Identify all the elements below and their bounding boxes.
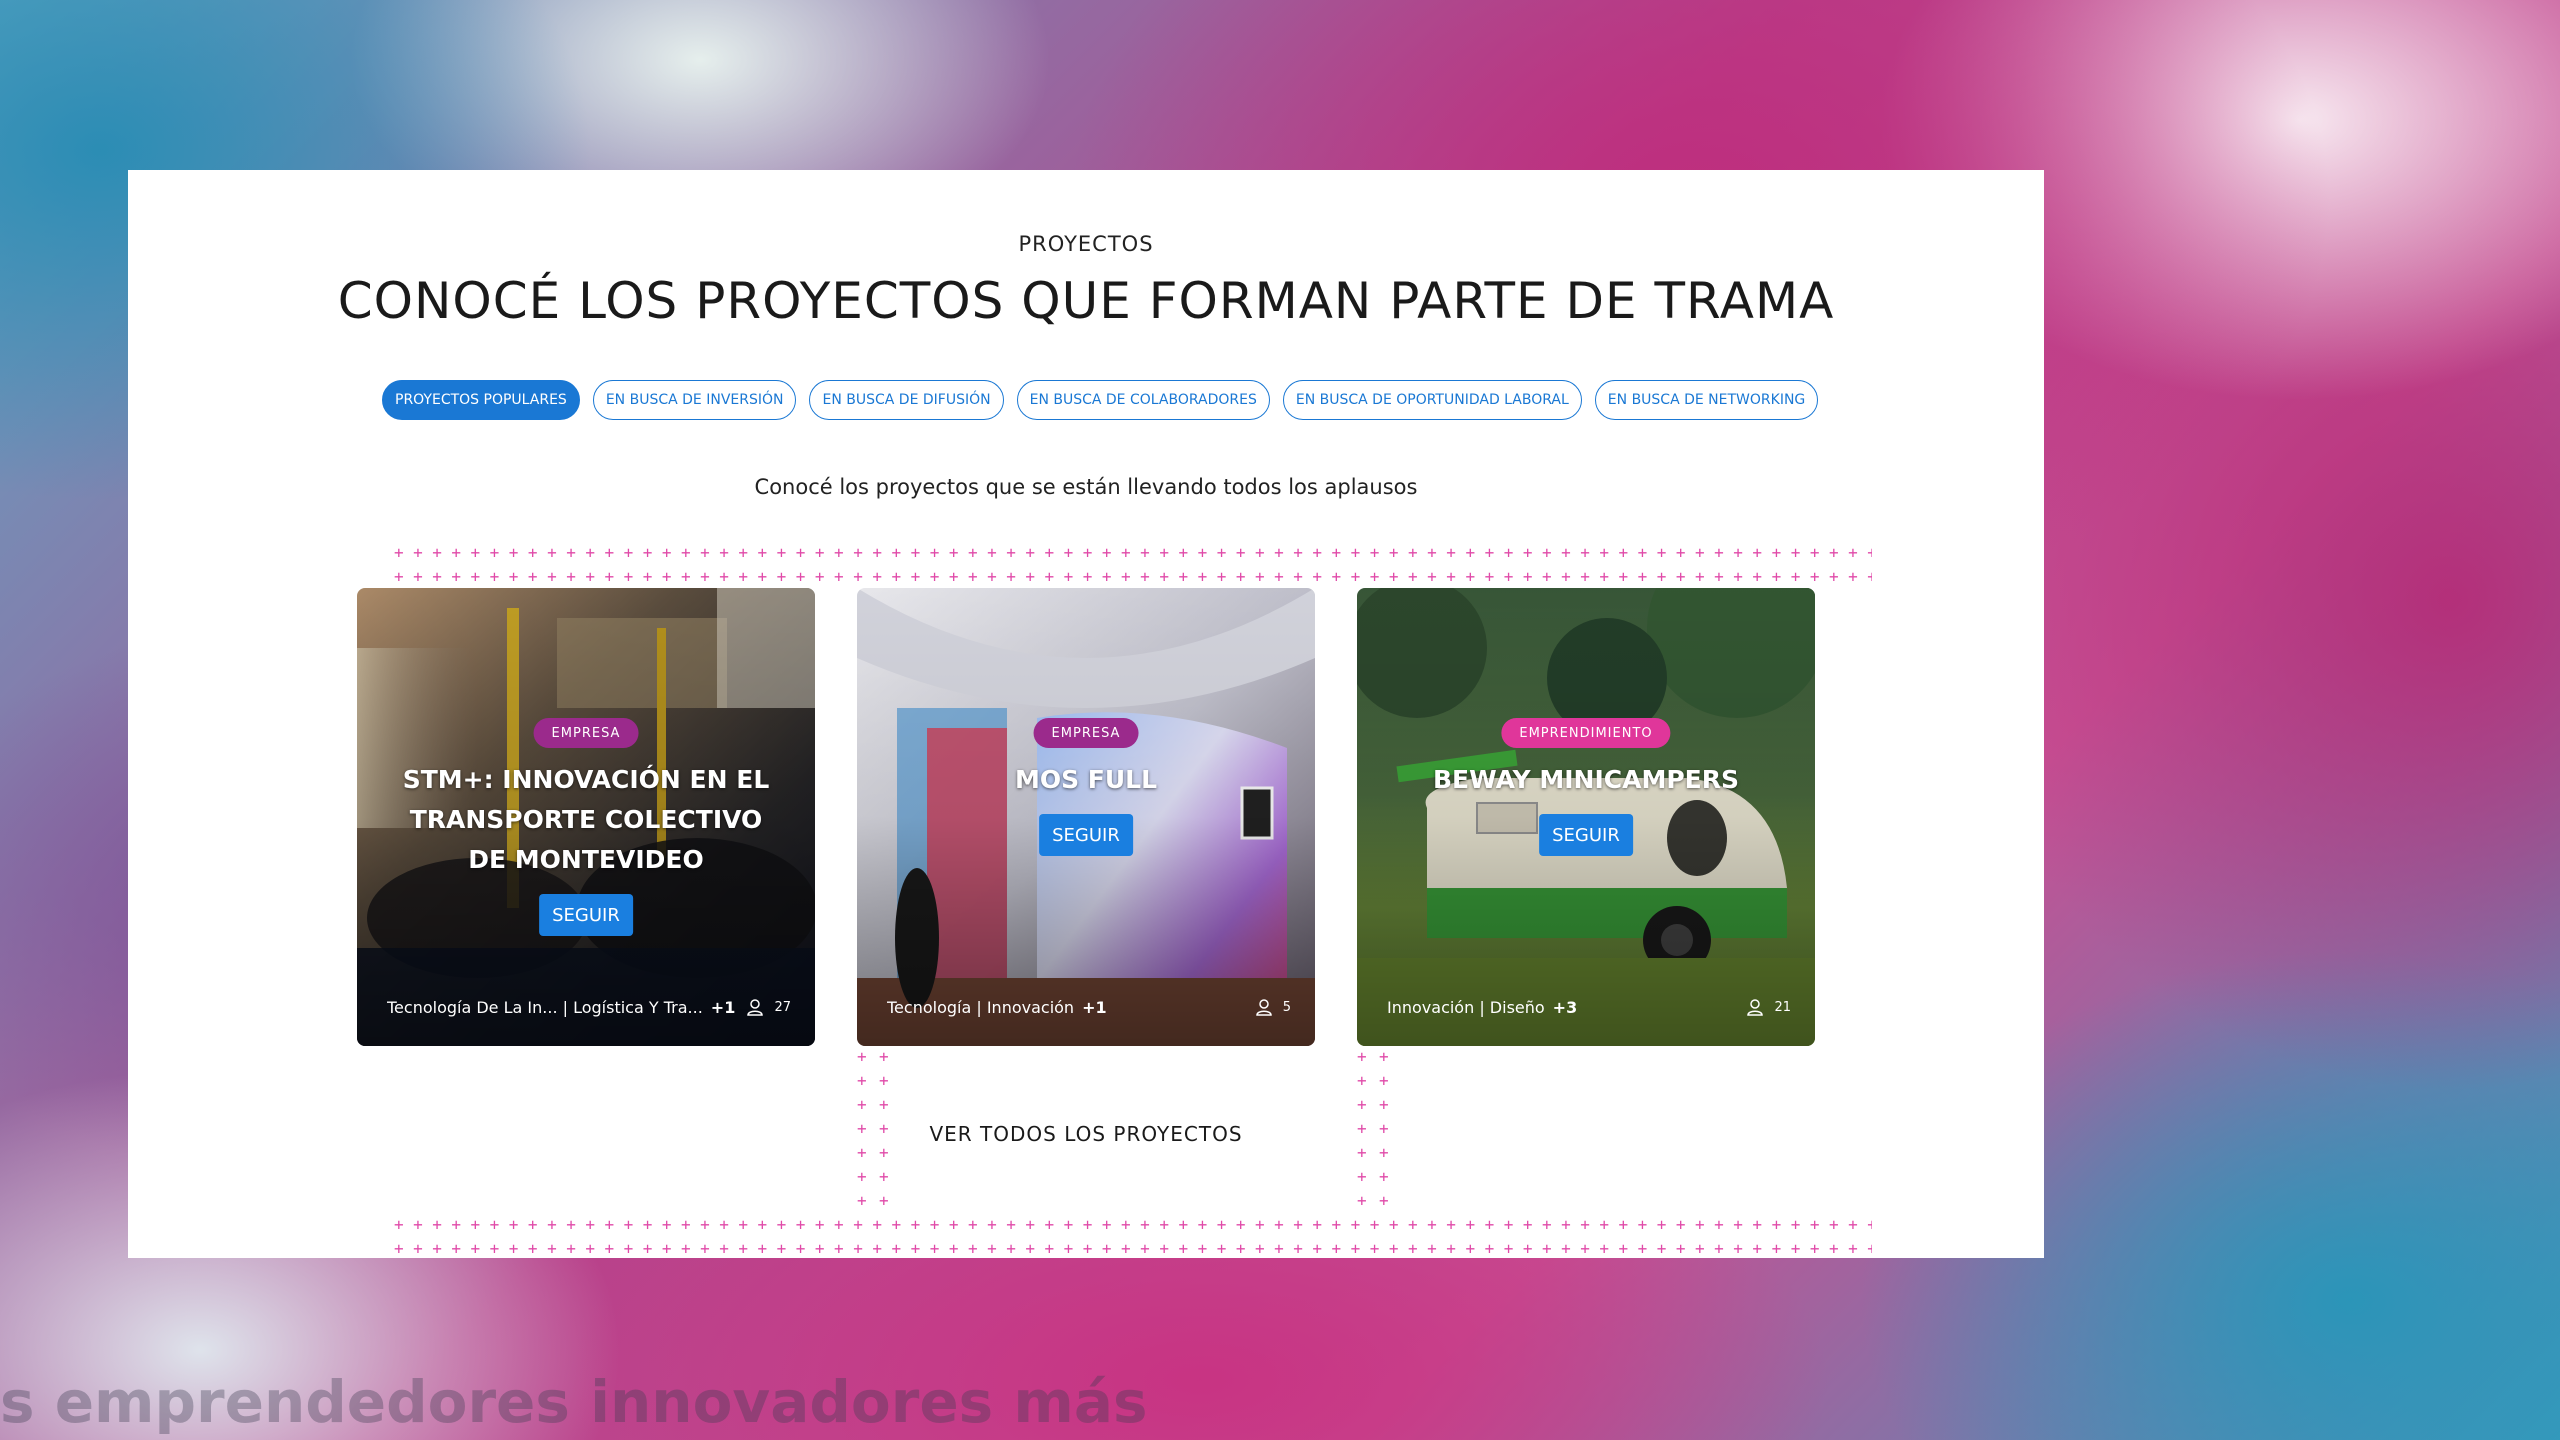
follow-button[interactable]: SEGUIR xyxy=(1539,814,1633,856)
plus-pattern-mark: + xyxy=(1379,1144,1393,1162)
tab-oportunidad-laboral[interactable]: EN BUSCA DE OPORTUNIDAD LABORAL xyxy=(1282,380,1582,420)
plus-pattern-mark: + xyxy=(857,1072,871,1090)
card-meta: Innovación | Diseño +3 21 xyxy=(1387,996,1791,1018)
plus-pattern-mark: + xyxy=(879,1072,893,1090)
tab-colaboradores[interactable]: EN BUSCA DE COLABORADORES xyxy=(1016,380,1270,420)
plus-pattern-mark: + xyxy=(1379,1096,1393,1114)
plus-pattern-mark: + xyxy=(879,1144,893,1162)
plus-pattern-mark: + xyxy=(1357,1168,1371,1186)
card-title[interactable]: MOS FULL xyxy=(887,760,1285,800)
card-tags: Tecnología | Innovación xyxy=(887,997,1075,1017)
plus-pattern-mark: + xyxy=(1357,1192,1371,1210)
card-title[interactable]: BEWAY MINICAMPERS xyxy=(1387,760,1785,800)
plus-pattern-mark: + xyxy=(1379,1072,1393,1090)
see-all-projects-link[interactable]: VER TODOS LOS PROYECTOS xyxy=(128,1122,2044,1146)
plus-pattern-mark: + xyxy=(879,1096,893,1114)
project-card[interactable]: EMPRESA MOS FULL SEGUIR Tecnología | Inn… xyxy=(857,588,1315,1046)
card-meta: Tecnología De La In... | Logística Y Tra… xyxy=(387,996,791,1018)
followers-count: 27 xyxy=(774,999,791,1015)
project-card[interactable]: EMPRENDIMIENTO BEWAY MINICAMPERS SEGUIR … xyxy=(1357,588,1815,1046)
more-tags-count[interactable]: +3 xyxy=(1553,998,1578,1017)
tab-networking[interactable]: EN BUSCA DE NETWORKING xyxy=(1594,380,1819,420)
more-tags-count[interactable]: +1 xyxy=(1082,998,1107,1017)
tab-difusion[interactable]: EN BUSCA DE DIFUSIÓN xyxy=(809,380,1004,420)
section-subtitle: Conocé los proyectos que se están llevan… xyxy=(754,475,1418,499)
user-icon xyxy=(1255,999,1272,1016)
more-tags-count[interactable]: +1 xyxy=(711,998,736,1017)
project-card[interactable]: EMPRESA STM+: INNOVACIÓN EN EL TRANSPORT… xyxy=(357,588,815,1046)
plus-pattern-mark: + xyxy=(1357,1048,1371,1066)
plus-pattern-row: ++++++++++++++++++++++++++++++++++++++++… xyxy=(394,568,1872,586)
tab-inversion[interactable]: EN BUSCA DE INVERSIÓN xyxy=(592,380,797,420)
plus-pattern-mark: + xyxy=(857,1192,871,1210)
follow-button[interactable]: SEGUIR xyxy=(1039,814,1133,856)
section-title: CONOCÉ LOS PROYECTOS QUE FORMAN PARTE DE… xyxy=(337,272,1835,330)
background-tagline: s emprendedores innovadores más xyxy=(0,1368,1148,1436)
follow-button[interactable]: SEGUIR xyxy=(539,894,633,936)
plus-pattern-row: ++++++++++++++++++++++++++++++++++++++++… xyxy=(394,1216,1872,1234)
plus-pattern-mark: + xyxy=(1379,1192,1393,1210)
card-title[interactable]: STM+: INNOVACIÓN EN EL TRANSPORTE COLECT… xyxy=(387,760,785,880)
plus-pattern-row: ++++++++++++++++++++++++++++++++++++++++… xyxy=(394,1240,1872,1254)
user-icon xyxy=(747,999,764,1016)
category-badge: EMPRESA xyxy=(1033,718,1139,748)
plus-pattern-mark: + xyxy=(1357,1072,1371,1090)
card-meta: Tecnología | Innovación +1 5 xyxy=(887,996,1291,1018)
plus-pattern-mark: + xyxy=(857,1048,871,1066)
plus-pattern-row: ++++++++++++++++++++++++++++++++++++++++… xyxy=(394,544,1872,562)
plus-pattern-mark: + xyxy=(879,1048,893,1066)
section-eyebrow: PROYECTOS xyxy=(1018,232,1154,256)
plus-pattern-mark: + xyxy=(1379,1168,1393,1186)
category-badge: EMPRENDIMIENTO xyxy=(1501,718,1671,748)
plus-pattern-mark: + xyxy=(1379,1048,1393,1066)
projects-section: PROYECTOS CONOCÉ LOS PROYECTOS QUE FORMA… xyxy=(128,170,2044,1258)
card-tags: Innovación | Diseño xyxy=(1387,997,1545,1017)
followers-count: 21 xyxy=(1774,999,1791,1015)
user-icon xyxy=(1747,999,1764,1016)
plus-pattern-mark: + xyxy=(857,1168,871,1186)
plus-pattern-mark: + xyxy=(1357,1144,1371,1162)
project-cards: EMPRESA STM+: INNOVACIÓN EN EL TRANSPORT… xyxy=(357,588,1817,1046)
plus-pattern-mark: + xyxy=(857,1096,871,1114)
filter-tabs: PROYECTOS POPULARES EN BUSCA DE INVERSIÓ… xyxy=(382,380,1819,422)
category-badge: EMPRESA xyxy=(533,718,639,748)
plus-pattern-mark: + xyxy=(879,1192,893,1210)
plus-pattern-mark: + xyxy=(1357,1096,1371,1114)
tab-proyectos-populares[interactable]: PROYECTOS POPULARES xyxy=(382,380,580,420)
plus-pattern-mark: + xyxy=(857,1144,871,1162)
followers-count: 5 xyxy=(1282,999,1291,1015)
plus-pattern-mark: + xyxy=(879,1168,893,1186)
card-tags: Tecnología De La In... | Logística Y Tra… xyxy=(387,997,703,1017)
